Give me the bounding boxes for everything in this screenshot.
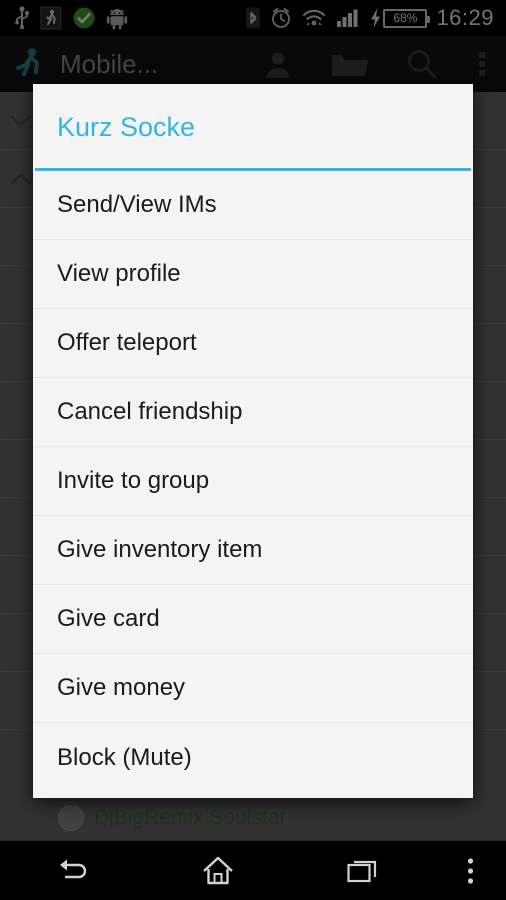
back-icon [59, 859, 86, 878]
android-robot-icon [106, 9, 128, 30]
battery-indicator: 68% [369, 6, 431, 30]
menu-item-give-money[interactable]: Give money [33, 654, 473, 723]
system-navigation-bar [0, 840, 506, 900]
walking-person-icon [40, 6, 62, 30]
menu-item-give-inventory-item[interactable]: Give inventory item [33, 516, 473, 585]
chevron-down-icon [10, 115, 32, 126]
phone-screen: 68% 16:29 Mobile... DjBigRemix Soulstar … [0, 0, 506, 900]
overflow-menu-icon [479, 52, 485, 76]
folder-icon [332, 55, 368, 76]
avatar [58, 805, 84, 831]
back-button[interactable] [0, 841, 145, 900]
chevron-up-icon [10, 173, 32, 184]
cellular-signal-icon [337, 9, 358, 27]
battery-body: 68% [383, 8, 431, 28]
menu-item-view-profile[interactable]: View profile [33, 240, 473, 309]
menu-item-give-card[interactable]: Give card [33, 585, 473, 654]
usb-icon [15, 6, 29, 29]
status-bar-right-icons: 68% 16:29 [245, 5, 506, 31]
alarm-clock-icon [272, 8, 291, 28]
status-bar-left-icons [0, 6, 128, 30]
background-list-item[interactable]: DjBigRemix Soulstar [0, 796, 506, 840]
wifi-icon [303, 9, 326, 26]
status-bar-clock: 16:29 [436, 5, 494, 30]
people-icon [266, 52, 290, 78]
home-button[interactable] [145, 841, 290, 900]
check-circle-icon [73, 7, 95, 29]
recents-icon [347, 860, 377, 882]
status-bar: 68% 16:29 [0, 0, 506, 36]
nav-overflow-menu-button[interactable] [436, 841, 506, 900]
search-icon [408, 50, 437, 79]
menu-item-invite-to-group[interactable]: Invite to group [33, 447, 473, 516]
context-menu-dialog: Kurz Socke Send/View IMs View profile Of… [33, 84, 473, 798]
charging-bolt-icon [371, 8, 381, 28]
walking-person-logo [16, 48, 39, 76]
dialog-menu-list: Send/View IMs View profile Offer telepor… [33, 171, 473, 792]
battery-percent-label: 68% [393, 11, 418, 25]
overflow-menu-icon [468, 857, 474, 884]
menu-item-send-view-ims[interactable]: Send/View IMs [33, 171, 473, 240]
app-title: Mobile... [60, 48, 159, 79]
menu-item-block-mute[interactable]: Block (Mute) [33, 723, 473, 792]
home-icon [203, 856, 233, 884]
dialog-title: Kurz Socke [57, 112, 196, 142]
recents-button[interactable] [291, 841, 436, 900]
background-contact-name: DjBigRemix Soulstar [94, 806, 287, 829]
menu-item-offer-teleport[interactable]: Offer teleport [33, 309, 473, 378]
menu-item-cancel-friendship[interactable]: Cancel friendship [33, 378, 473, 447]
bluetooth-icon [246, 7, 261, 29]
